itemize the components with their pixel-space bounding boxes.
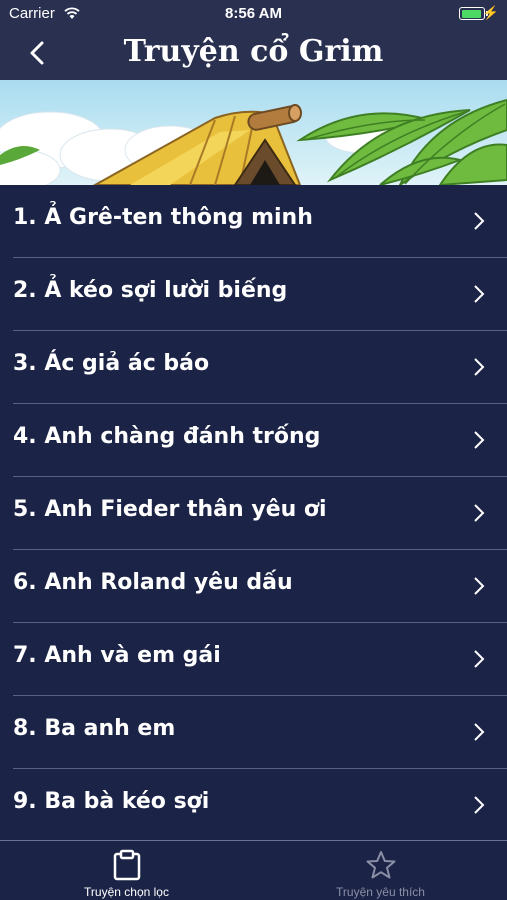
- tab-bar: Truyện chọn lọc Truyện yêu thích: [0, 840, 507, 900]
- list-item[interactable]: 7. Anh và em gái: [0, 623, 507, 696]
- tab-label: Truyện chọn lọc: [84, 885, 169, 899]
- story-title: 5. Anh Fieder thân yêu ơi: [13, 497, 327, 522]
- status-bar: Carrier 8:56 AM ⚡: [0, 0, 507, 28]
- clipboard-icon: [113, 849, 141, 881]
- chevron-right-icon: [474, 358, 485, 376]
- tab-label: Truyện yêu thích: [336, 885, 425, 899]
- status-time: 8:56 AM: [225, 5, 282, 22]
- story-title: 2. Ả kéo sợi lười biếng: [13, 278, 288, 303]
- list-item[interactable]: 1. Ả Grê-ten thông minh: [0, 185, 507, 258]
- tab-selected-stories[interactable]: Truyện chọn lọc: [0, 841, 253, 900]
- chevron-right-icon: [474, 285, 485, 303]
- chevron-right-icon: [474, 212, 485, 230]
- list-item[interactable]: 5. Anh Fieder thân yêu ơi: [0, 477, 507, 550]
- story-title: 9. Ba bà kéo sợi: [13, 789, 210, 814]
- chevron-right-icon: [474, 796, 485, 814]
- chevron-right-icon: [474, 577, 485, 595]
- list-item[interactable]: 2. Ả kéo sợi lười biếng: [0, 258, 507, 331]
- story-title: 1. Ả Grê-ten thông minh: [13, 205, 313, 230]
- story-list: 1. Ả Grê-ten thông minh 2. Ả kéo sợi lườ…: [0, 185, 507, 840]
- page-title: Truyện cổ Grim: [123, 34, 384, 69]
- list-item[interactable]: 6. Anh Roland yêu dấu: [0, 550, 507, 623]
- tab-favorite-stories[interactable]: Truyện yêu thích: [254, 841, 507, 900]
- chevron-right-icon: [474, 431, 485, 449]
- header-banner-illustration: [0, 80, 507, 185]
- list-item[interactable]: 3. Ác giả ác báo: [0, 331, 507, 404]
- story-title: 3. Ác giả ác báo: [13, 351, 210, 376]
- list-item[interactable]: 4. Anh chàng đánh trống: [0, 404, 507, 477]
- star-icon: [366, 851, 396, 879]
- bolt-icon: ⚡: [482, 5, 499, 20]
- story-title: 4. Anh chàng đánh trống: [13, 424, 321, 449]
- story-title: 7. Anh và em gái: [13, 643, 221, 668]
- story-title: 8. Ba anh em: [13, 716, 176, 741]
- story-title: 6. Anh Roland yêu dấu: [13, 570, 293, 595]
- chevron-right-icon: [474, 650, 485, 668]
- list-item[interactable]: 8. Ba anh em: [0, 696, 507, 769]
- chevron-right-icon: [474, 504, 485, 522]
- chevron-right-icon: [474, 723, 485, 741]
- list-item[interactable]: 9. Ba bà kéo sợi: [0, 769, 507, 842]
- navigation-bar: Truyện cổ Grim: [0, 28, 507, 80]
- battery-icon: [459, 7, 488, 20]
